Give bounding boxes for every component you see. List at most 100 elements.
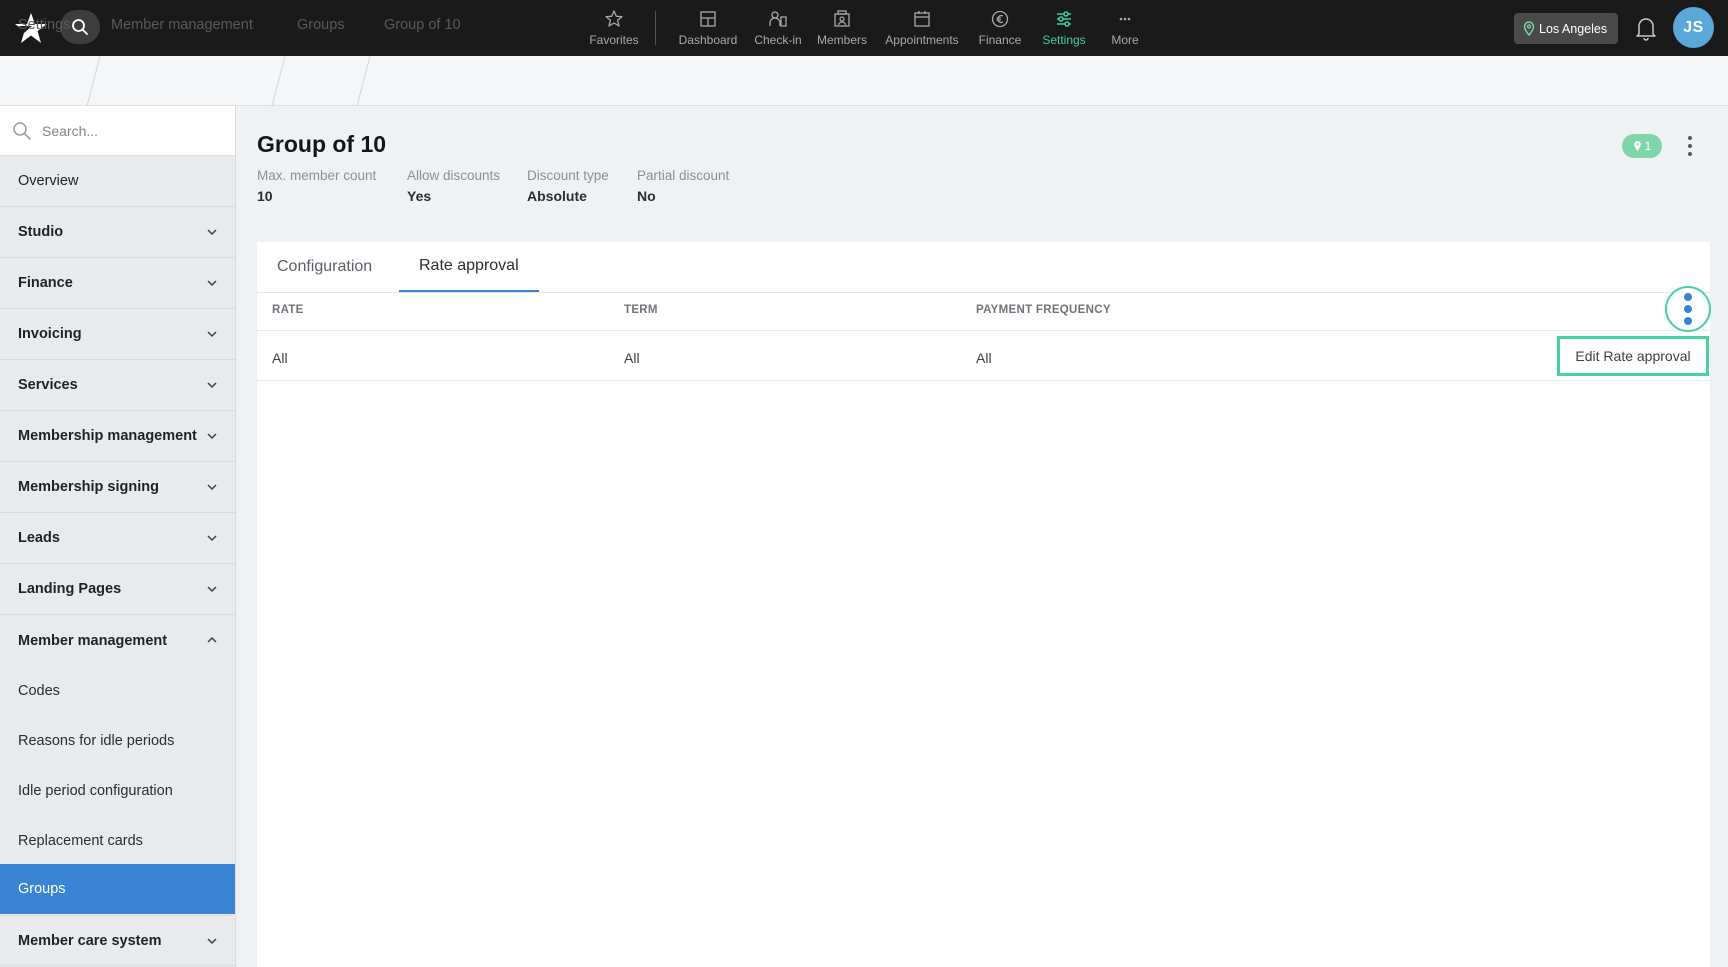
table-header-divider — [257, 330, 1710, 331]
meta-value-discount-type: Absolute — [527, 188, 587, 204]
meta-value-max-member-count: 10 — [257, 188, 273, 204]
nav-favorites[interactable]: Favorites — [583, 0, 645, 56]
nav-more[interactable]: More — [1100, 0, 1150, 56]
euro-icon — [991, 10, 1009, 28]
sidebar-search — [0, 106, 235, 156]
nav-label: Dashboard — [678, 33, 738, 47]
sidebar-item-member-care-system[interactable]: Member care system — [0, 915, 235, 966]
nav-label: More — [1111, 33, 1139, 47]
sidebar-subitem-label: Groups — [18, 881, 66, 897]
table-cell-rate: All — [272, 350, 288, 366]
sidebar-item-label: Overview — [18, 173, 79, 189]
sidebar-search-input[interactable] — [42, 119, 222, 143]
sidebar-subitem-idle-config[interactable]: Idle period configuration — [0, 766, 235, 816]
sidebar-subitem-codes[interactable]: Codes — [0, 666, 235, 716]
edit-rate-approval-menu-item[interactable]: Edit Rate approval — [1557, 336, 1709, 376]
sidebar-item-label: Leads — [18, 530, 60, 546]
top-bar: Favorites Dashboard Check-in Members App… — [0, 0, 1728, 56]
sidebar-item-label: Finance — [18, 275, 73, 291]
nav-divider — [655, 11, 656, 45]
column-header-payment-frequency: PAYMENT FREQUENCY — [976, 304, 1111, 316]
tab-configuration[interactable]: Configuration — [277, 242, 372, 292]
chevron-down-icon — [207, 586, 217, 593]
meta-label-partial-discount: Partial discount — [637, 168, 730, 183]
sidebar-item-landing-pages[interactable]: Landing Pages — [0, 564, 235, 615]
nav-dashboard[interactable]: Dashboard — [672, 0, 744, 56]
meta-label-discount-type: Discount type — [527, 168, 609, 183]
sidebar-item-label: Membership signing — [18, 479, 159, 495]
nav-label: Check-in — [754, 33, 802, 47]
table-cell-payment-frequency: All — [976, 350, 992, 366]
sliders-icon — [1057, 11, 1071, 27]
tabs-divider — [257, 292, 1710, 293]
nav-settings[interactable]: Settings — [1036, 0, 1092, 56]
search-icon — [13, 122, 31, 140]
chevron-down-icon — [207, 331, 217, 338]
tab-rate-approval[interactable]: Rate approval — [399, 242, 539, 292]
meta-label-allow-discounts: Allow discounts — [407, 168, 501, 183]
calendar-icon — [914, 11, 930, 27]
nav-appointments[interactable]: Appointments — [880, 0, 964, 56]
sidebar-item-overview[interactable]: Overview — [0, 156, 235, 207]
table-cell-term: All — [624, 350, 640, 366]
sidebar-subitem-label: Replacement cards — [18, 833, 143, 849]
meta-value-partial-discount: No — [637, 188, 656, 204]
sidebar-subitem-label: Reasons for idle periods — [18, 733, 175, 749]
sidebar-item-membership-signing[interactable]: Membership signing — [0, 462, 235, 513]
sidebar-item-member-management[interactable]: Member management — [0, 615, 235, 666]
chevron-down-icon — [207, 535, 217, 542]
avatar[interactable]: JS — [1673, 7, 1714, 48]
sidebar-item-label: Member care system — [18, 932, 162, 949]
breadcrumb-item-member-management[interactable]: Member management — [111, 0, 253, 50]
kebab-dot-icon — [1684, 317, 1692, 325]
nav-label: Favorites — [589, 33, 639, 47]
sidebar-item-label: Landing Pages — [18, 581, 122, 597]
breadcrumb-item-settings[interactable]: Settings — [18, 0, 70, 50]
members-icon — [834, 10, 850, 27]
sidebar: Overview Studio Finance Invoicing Servic… — [0, 106, 236, 967]
sidebar-item-studio[interactable]: Studio — [0, 207, 235, 258]
sidebar-item-invoicing[interactable]: Invoicing — [0, 309, 235, 360]
page-title: Group of 10 — [257, 131, 387, 157]
nav-label: Members — [816, 33, 867, 47]
bell-icon[interactable] — [1634, 15, 1658, 41]
chevron-down-icon — [207, 484, 217, 491]
more-options-icon[interactable] — [1684, 135, 1696, 157]
dashboard-icon — [700, 11, 716, 27]
column-header-term: TERM — [624, 304, 658, 316]
sidebar-subitem-replacement-cards[interactable]: Replacement cards — [0, 816, 235, 866]
sidebar-item-label: Membership management — [18, 428, 197, 444]
sidebar-subitem-label: Idle period configuration — [18, 783, 173, 799]
sidebar-subitem-groups[interactable]: Groups — [0, 864, 235, 914]
row-actions-button[interactable] — [1665, 286, 1711, 332]
nav-label: Finance — [978, 33, 1022, 47]
sidebar-item-services[interactable]: Services — [0, 360, 235, 411]
nav-finance[interactable]: Finance — [972, 0, 1028, 56]
more-icon — [1119, 17, 1131, 21]
nav-members[interactable]: Members — [812, 0, 872, 56]
nav-label: Appointments — [885, 33, 959, 47]
sidebar-subitem-reasons-idle[interactable]: Reasons for idle periods — [0, 716, 235, 766]
sidebar-item-leads[interactable]: Leads — [0, 513, 235, 564]
map-pin-icon — [1633, 141, 1641, 151]
breadcrumb — [0, 56, 1728, 106]
chevron-down-icon — [207, 280, 217, 287]
location-selector[interactable]: Los Angeles — [1514, 13, 1618, 44]
breadcrumb-separator — [356, 56, 371, 106]
chevron-down-icon — [207, 382, 217, 389]
nav-label: Settings — [1042, 33, 1086, 47]
location-count: 1 — [1644, 139, 1652, 153]
nav-check-in[interactable]: Check-in — [750, 0, 806, 56]
chevron-down-icon — [207, 938, 217, 945]
sidebar-item-label: Studio — [18, 224, 64, 240]
breadcrumb-item-groups[interactable]: Groups — [297, 0, 345, 50]
map-pin-icon — [1523, 21, 1535, 36]
search-icon — [72, 19, 88, 35]
breadcrumb-separator — [271, 56, 286, 106]
check-in-icon — [769, 11, 787, 27]
sidebar-item-membership-management[interactable]: Membership management — [0, 411, 235, 462]
breadcrumb-separator — [86, 56, 101, 106]
sidebar-item-finance[interactable]: Finance — [0, 258, 235, 309]
location-count-badge[interactable]: 1 — [1622, 134, 1662, 158]
chevron-down-icon — [207, 229, 217, 236]
